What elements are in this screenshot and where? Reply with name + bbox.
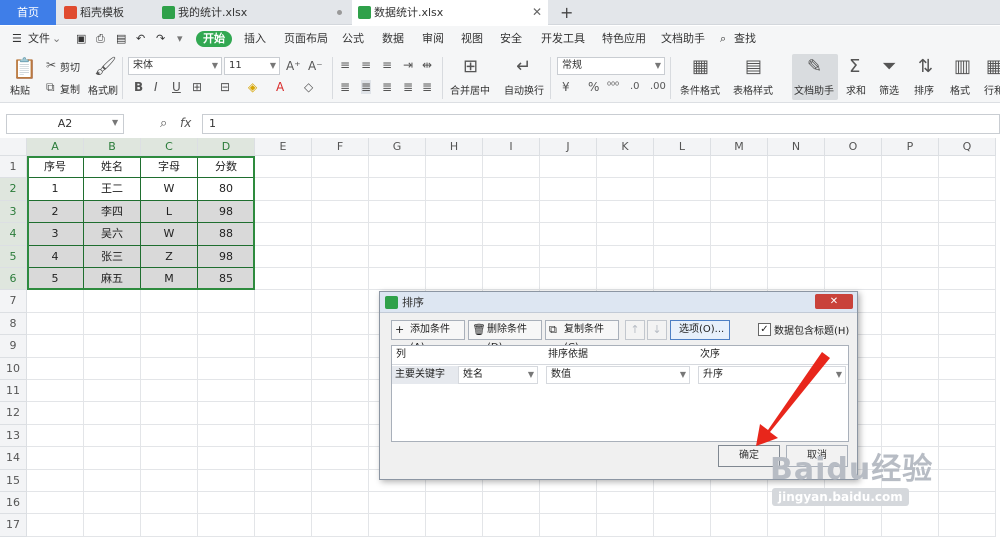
watermark-title: Baidu经验: [770, 452, 934, 487]
red-arrow-shape: [756, 352, 830, 446]
baidu-watermark: Baidu经验 jingyan.baidu.com: [760, 436, 1000, 536]
watermark-url: jingyan.baidu.com: [772, 488, 909, 506]
